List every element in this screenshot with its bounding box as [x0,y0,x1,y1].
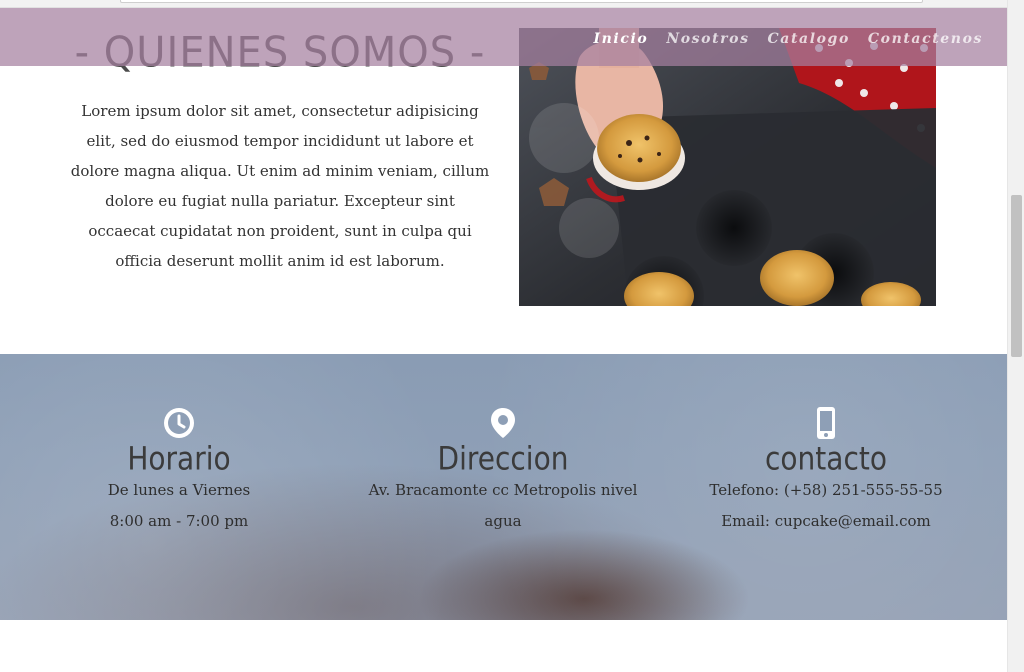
info-line: De lunes a Viernes [107,481,251,499]
phone-icon [817,407,835,439]
info-title-horario: Horario [127,439,231,478]
nav-links: Inicio Nosotros Catalogo Contactenos [594,31,984,47]
info-column-horario: Horario De lunes a Viernes 8:00 am - 7:0… [29,406,329,537]
scrollbar-thumb[interactable] [1011,195,1022,357]
scrollbar[interactable] [1007,0,1024,672]
info-line: Email: cupcake@email.com [721,512,931,530]
info-column-contacto: contacto Telefono: (+58) 251-555-55-55 E… [676,406,976,537]
page: Inicio Nosotros Catalogo Contactenos - Q… [0,0,1024,672]
nav-link-contactenos[interactable]: Contactenos [868,31,983,47]
info-line: 8:00 am - 7:00 pm [109,512,249,530]
info-title-direccion: Direccion [437,439,569,478]
info-band: Horario De lunes a Viernes 8:00 am - 7:0… [0,354,1007,620]
address-bar[interactable] [120,0,923,3]
nav-link-catalogo[interactable]: Catalogo [768,31,850,47]
nav-link-nosotros[interactable]: Nosotros [666,31,749,47]
info-title-contacto: contacto [765,439,887,478]
info-line: Av. Bracamonte cc Metropolis nivel agua [368,481,638,530]
navbar: Inicio Nosotros Catalogo Contactenos [0,8,1007,66]
cupcake-photo [519,28,936,306]
info-column-direccion: Direccion Av. Bracamonte cc Metropolis n… [353,406,653,537]
about-paragraph: Lorem ipsum dolor sit amet, consectetur … [70,102,490,270]
info-line: Telefono: (+58) 251-555-55-55 [709,481,943,499]
nav-link-inicio[interactable]: Inicio [594,31,649,47]
map-pin-icon [491,408,515,438]
browser-top-strip [0,0,1007,8]
clock-icon [164,408,194,438]
